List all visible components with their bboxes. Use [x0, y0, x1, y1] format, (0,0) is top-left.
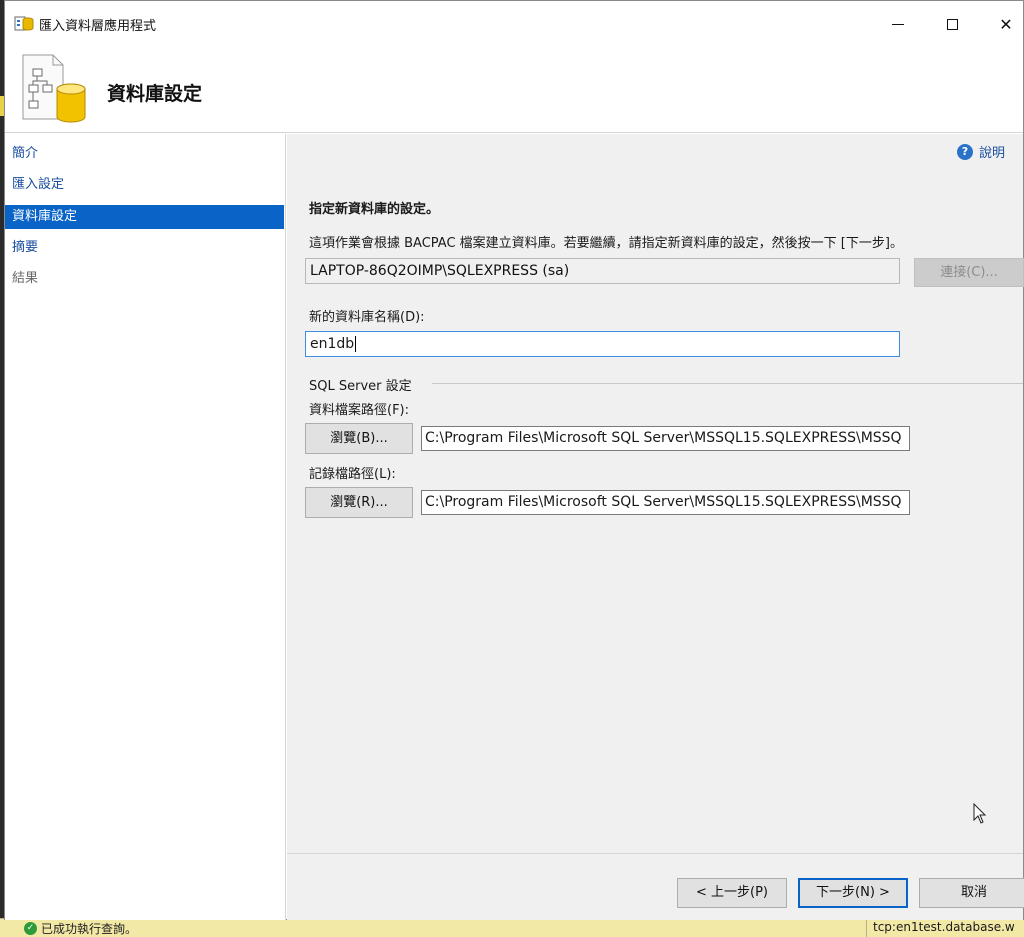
maximize-icon [946, 18, 958, 30]
browse-log-path-button[interactable]: 瀏覽(R)... [305, 487, 413, 518]
text-caret [355, 336, 357, 352]
background-status-message: ✓ 已成功執行查詢。 [24, 920, 137, 937]
back-button[interactable]: < 上一步(P) [677, 878, 787, 908]
server-connection-field: LAPTOP-86Q2OIMP\SQLEXPRESS (sa) [305, 258, 900, 284]
page-header: 資料庫設定 [5, 45, 1023, 133]
sidebar-item-summary[interactable]: 摘要 [5, 236, 284, 260]
window-title: 匯入資料層應用程式 [39, 19, 157, 34]
app-icon [14, 16, 34, 31]
mouse-pointer-icon [973, 803, 987, 824]
footer-divider [287, 853, 1023, 854]
log-path-field[interactable]: C:\Program Files\Microsoft SQL Server\MS… [421, 490, 910, 515]
data-path-field[interactable]: C:\Program Files\Microsoft SQL Server\MS… [421, 426, 910, 451]
main-content: ? 說明 指定新資料庫的設定。 這項作業會根據 BACPAC 檔案建立資料庫。若… [287, 134, 1024, 920]
minimize-button[interactable] [878, 9, 918, 39]
sql-server-settings-group-label: SQL Server 設定 [309, 379, 412, 394]
db-name-value: en1db [310, 336, 355, 352]
db-name-input[interactable]: en1db [305, 331, 900, 357]
close-button[interactable]: ✕ [986, 9, 1024, 39]
section-description: 這項作業會根據 BACPAC 檔案建立資料庫。若要繼續，請指定新資料庫的設定，然… [309, 236, 903, 251]
minimize-icon [892, 23, 904, 25]
success-check-icon: ✓ [24, 922, 37, 935]
help-label: 說明 [979, 146, 1006, 161]
data-path-label: 資料檔案路徑(F): [309, 403, 410, 418]
sidebar-item-intro[interactable]: 簡介 [5, 142, 284, 166]
status-message-text: 已成功執行查詢。 [41, 922, 138, 936]
help-link[interactable]: ? 說明 [957, 142, 1005, 161]
title-bar: 匯入資料層應用程式 ✕ [5, 1, 1023, 45]
cancel-button[interactable]: 取消 [919, 878, 1024, 908]
sidebar-item-import-settings[interactable]: 匯入設定 [5, 173, 284, 197]
maximize-button[interactable] [932, 9, 972, 39]
help-icon: ? [957, 143, 973, 160]
wizard-steps-sidebar: 簡介 匯入設定 資料庫設定 摘要 結果 [5, 134, 286, 920]
next-button[interactable]: 下一步(N) > [798, 878, 908, 908]
import-data-tier-dialog: 匯入資料層應用程式 ✕ 資料庫設定 簡介 匯入設定 資料庫設定 摘要 結果 ? … [4, 0, 1024, 920]
background-connection-text: tcp:en1test.database.w [866, 918, 1024, 937]
sidebar-item-results: 結果 [12, 271, 39, 286]
page-title: 資料庫設定 [107, 83, 203, 105]
db-name-label: 新的資料庫名稱(D): [309, 310, 425, 325]
sidebar-item-database-settings[interactable]: 資料庫設定 [5, 205, 284, 229]
group-divider [432, 383, 1023, 384]
section-title: 指定新資料庫的設定。 [309, 202, 440, 217]
database-settings-icon [22, 54, 86, 123]
connect-button: 連接(C)... [914, 258, 1024, 287]
close-icon: ✕ [999, 14, 1013, 34]
browse-data-path-button[interactable]: 瀏覽(B)... [305, 423, 413, 454]
log-path-label: 記錄檔路徑(L): [309, 467, 396, 482]
